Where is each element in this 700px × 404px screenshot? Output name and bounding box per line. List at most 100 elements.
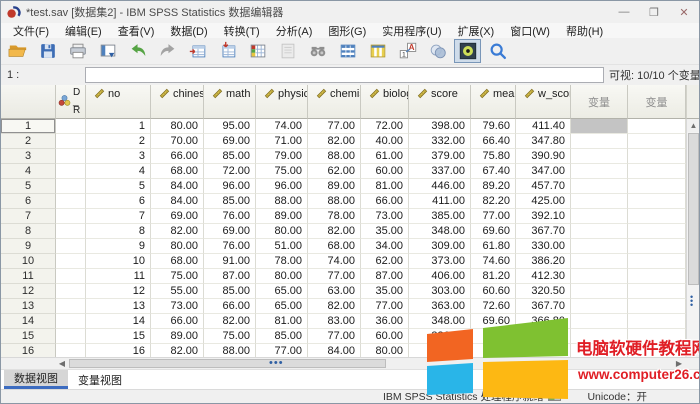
table-cell[interactable]: 80.00 [151,119,204,134]
table-cell[interactable]: 386.20 [516,254,571,269]
table-cell[interactable]: 406.00 [409,269,471,284]
table-cell[interactable]: 71.00 [256,134,308,149]
table-cell[interactable]: 96.00 [256,179,308,194]
table-cell[interactable]: 79.60 [471,119,516,134]
table-cell[interactable] [628,284,686,299]
row-header[interactable]: 1 [1,119,56,134]
table-cell[interactable]: 40.00 [361,134,409,149]
menu-utilities[interactable]: 实用程序(U) [374,23,449,39]
table-cell[interactable]: 392.10 [516,209,571,224]
menu-file[interactable]: 文件(F) [5,23,57,39]
table-cell[interactable] [56,134,86,149]
table-cell[interactable]: 10 [86,254,151,269]
table-cell[interactable]: 35.00 [361,224,409,239]
table-cell[interactable]: 68.00 [308,239,361,254]
table-cell[interactable]: 82.00 [308,134,361,149]
table-cell[interactable] [628,119,686,134]
table-cell[interactable]: 80.00 [256,269,308,284]
table-cell[interactable]: 88.00 [308,194,361,209]
table-cell[interactable] [571,164,628,179]
table-cell[interactable]: 12 [86,284,151,299]
insert-cases-button[interactable] [334,39,361,63]
table-cell[interactable]: 77.20 [471,329,516,344]
table-cell[interactable]: 309.00 [409,239,471,254]
table-cell[interactable]: 411.00 [409,194,471,209]
vertical-splitter-handle-icon[interactable]: ••• [690,295,693,307]
table-cell[interactable]: 84.00 [151,194,204,209]
table-cell[interactable] [571,119,628,134]
table-cell[interactable]: 77.00 [308,119,361,134]
row-header[interactable]: 4 [1,164,56,179]
row-header[interactable]: 15 [1,329,56,344]
table-cell[interactable]: 89.00 [308,179,361,194]
row-header[interactable]: 7 [1,209,56,224]
table-cell[interactable]: 398.00 [409,119,471,134]
table-cell[interactable]: 85.00 [204,284,256,299]
table-cell[interactable]: 35.00 [361,284,409,299]
table-cell[interactable] [571,329,628,344]
spell-check-button[interactable] [484,39,511,63]
tab-data-view[interactable]: 数据视图 [4,370,68,389]
value-labels-button[interactable]: 1A [394,39,421,63]
tab-variable-view[interactable]: 变量视图 [68,370,132,389]
table-cell[interactable]: 69.60 [471,314,516,329]
close-button[interactable]: ✕ [669,1,699,23]
table-cell[interactable]: 62.00 [361,254,409,269]
table-cell[interactable] [56,164,86,179]
table-cell[interactable]: 72.00 [204,164,256,179]
table-cell[interactable]: 60.00 [361,329,409,344]
menu-transform[interactable]: 转换(T) [216,23,268,39]
scroll-right-arrow-icon[interactable]: ▶ [673,358,685,369]
table-cell[interactable] [56,284,86,299]
recall-dialogs-button[interactable] [94,39,121,63]
table-cell[interactable] [56,329,86,344]
table-cell[interactable] [56,209,86,224]
table-cell[interactable] [628,224,686,239]
table-cell[interactable]: 95.00 [204,119,256,134]
table-cell[interactable]: 76.00 [204,239,256,254]
table-cell[interactable]: 68.00 [151,164,204,179]
redo-button[interactable] [154,39,181,63]
table-cell[interactable]: 70.00 [151,134,204,149]
table-cell[interactable]: 80.00 [256,224,308,239]
table-cell[interactable]: 337.00 [409,164,471,179]
table-cell[interactable]: 366.80 [516,314,571,329]
find-button[interactable] [304,39,331,63]
table-cell[interactable] [56,299,86,314]
table-cell[interactable]: 330.00 [516,239,571,254]
column-header-physics[interactable]: physics [256,85,308,119]
table-cell[interactable]: 332.00 [409,134,471,149]
table-cell[interactable]: 14 [86,314,151,329]
column-header-no[interactable]: no [86,85,151,119]
scroll-left-arrow-icon[interactable]: ◀ [56,358,68,369]
table-cell[interactable] [571,239,628,254]
save-button[interactable] [34,39,61,63]
table-cell[interactable]: 373.00 [409,254,471,269]
table-cell[interactable]: 75.00 [151,269,204,284]
table-cell[interactable]: 96.00 [204,179,256,194]
menu-extensions[interactable]: 扩展(X) [450,23,503,39]
row-header[interactable]: 3 [1,149,56,164]
table-cell[interactable]: 87.00 [204,269,256,284]
table-cell[interactable]: 74.60 [471,254,516,269]
table-cell[interactable]: 68.00 [151,254,204,269]
column-header-chinese[interactable]: chinese [151,85,204,119]
table-cell[interactable]: 348.00 [409,224,471,239]
column-header-w_score[interactable]: w_score [516,85,571,119]
row-header[interactable]: 11 [1,269,56,284]
insert-variable-button[interactable] [364,39,391,63]
table-cell[interactable]: 446.00 [409,179,471,194]
column-header-biology[interactable]: biology [361,85,409,119]
print-preview-button[interactable] [274,39,301,63]
row-header[interactable]: 6 [1,194,56,209]
table-cell[interactable]: 51.00 [256,239,308,254]
table-cell[interactable]: 87.00 [361,269,409,284]
table-cell[interactable]: 89.20 [471,179,516,194]
column-header-math[interactable]: math [204,85,256,119]
goto-variable-button[interactable] [214,39,241,63]
table-cell[interactable]: 69.60 [471,224,516,239]
table-cell[interactable]: 82.20 [471,194,516,209]
table-cell[interactable]: 85.00 [256,329,308,344]
table-cell[interactable]: 5 [86,179,151,194]
row-header[interactable]: 8 [1,224,56,239]
